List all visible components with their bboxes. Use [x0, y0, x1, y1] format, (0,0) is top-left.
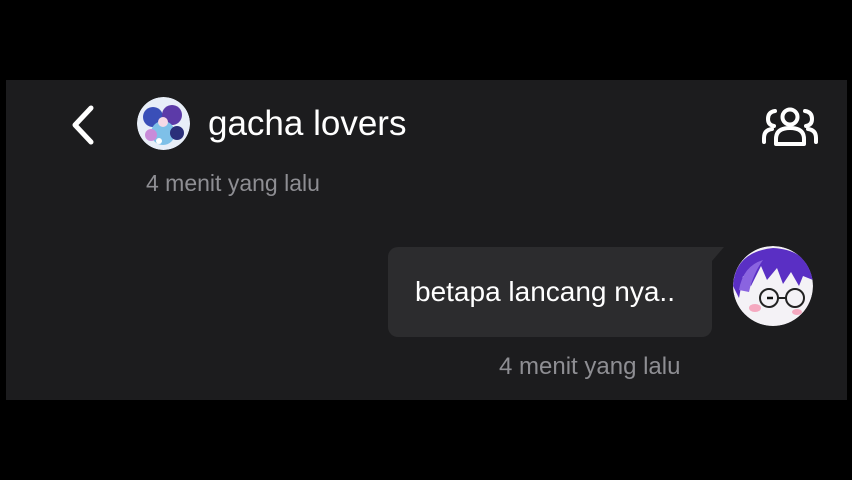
message-text: betapa lancang nya..	[415, 276, 675, 307]
group-title: gacha lovers	[208, 104, 407, 143]
back-button[interactable]	[62, 100, 106, 150]
avatar[interactable]	[733, 246, 813, 326]
message-bubble[interactable]: betapa lancang nya..	[388, 247, 712, 337]
chat-screen: gacha lovers 4 menit yang lalu betapa la…	[6, 80, 847, 400]
group-members-icon	[760, 106, 820, 146]
chevron-left-icon	[69, 103, 99, 147]
message-timestamp: 4 menit yang lalu	[499, 353, 681, 380]
group-avatar[interactable]	[137, 97, 190, 150]
message-timestamp: 4 menit yang lalu	[146, 170, 320, 196]
bubble-tail	[712, 247, 724, 261]
group-members-button[interactable]	[758, 104, 822, 148]
